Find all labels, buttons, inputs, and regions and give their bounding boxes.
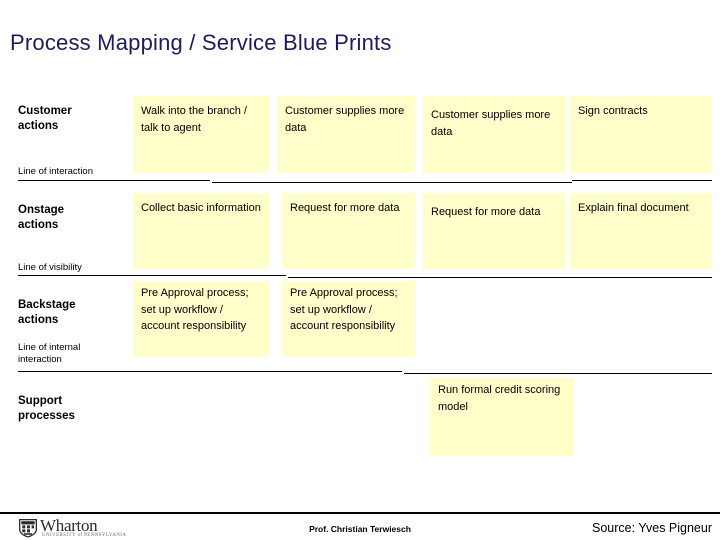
process-box-customer-1[interactable]: Walk into the branch / talk to agent — [133, 96, 269, 173]
separator-line-of-interaction-mid — [212, 182, 572, 183]
separator-caption-line2: interaction — [18, 354, 62, 365]
process-box-backstage-2[interactable]: Pre Approval process; set up workflow / … — [282, 281, 415, 357]
separator-caption-line-of-internal-interaction: Line of internal interaction — [18, 342, 136, 366]
process-box-onstage-4[interactable]: Explain final document — [570, 193, 712, 269]
process-box-backstage-1[interactable]: Pre Approval process; set up workflow / … — [133, 281, 269, 357]
slide-canvas: Process Mapping / Service Blue Prints Cu… — [0, 0, 720, 540]
page-title: Process Mapping / Service Blue Prints — [10, 30, 392, 55]
process-box-customer-4[interactable]: Sign contracts — [570, 96, 712, 173]
footer-divider — [0, 512, 720, 514]
process-box-onstage-1[interactable]: Collect basic information — [133, 193, 269, 269]
process-box-onstage-3[interactable]: Request for more data — [423, 193, 565, 269]
row-label-line2: actions — [18, 314, 59, 326]
footer-source: Source: Yves Pigneur — [592, 521, 712, 535]
separator-line-of-internal-interaction-right — [404, 373, 712, 374]
separator-caption-line-of-interaction: Line of interaction — [18, 166, 93, 177]
process-box-support-1[interactable]: Run formal credit scoring model — [430, 378, 574, 456]
row-label-backstage-actions: Backstage actions — [18, 298, 133, 328]
separator-caption-line-of-visibility: Line of visibility — [18, 262, 82, 273]
process-box-onstage-2[interactable]: Request for more data — [282, 193, 415, 269]
row-label-customer-actions: Customer actions — [18, 104, 133, 134]
process-box-customer-2[interactable]: Customer supplies more data — [277, 96, 415, 173]
row-label-line1: Backstage — [18, 299, 76, 311]
row-label-line2: processes — [18, 410, 75, 422]
row-label-line2: actions — [18, 219, 59, 231]
row-label-onstage-actions: Onstage actions — [18, 203, 133, 233]
row-label-line2: actions — [18, 120, 59, 132]
row-label-support-processes: Support processes — [18, 394, 133, 424]
separator-line-of-visibility-right — [288, 277, 712, 278]
separator-line-of-interaction-right — [572, 180, 712, 181]
row-label-line1: Onstage — [18, 204, 65, 216]
row-label-line1: Support — [18, 395, 63, 407]
row-label-line1: Customer — [18, 105, 72, 117]
process-box-customer-3[interactable]: Customer supplies more data — [423, 96, 565, 173]
separator-caption-line1: Line of internal — [18, 342, 81, 353]
separator-line-of-internal-interaction-left — [18, 371, 402, 372]
separator-line-of-interaction-left — [18, 180, 210, 181]
separator-line-of-visibility-left — [18, 275, 286, 276]
